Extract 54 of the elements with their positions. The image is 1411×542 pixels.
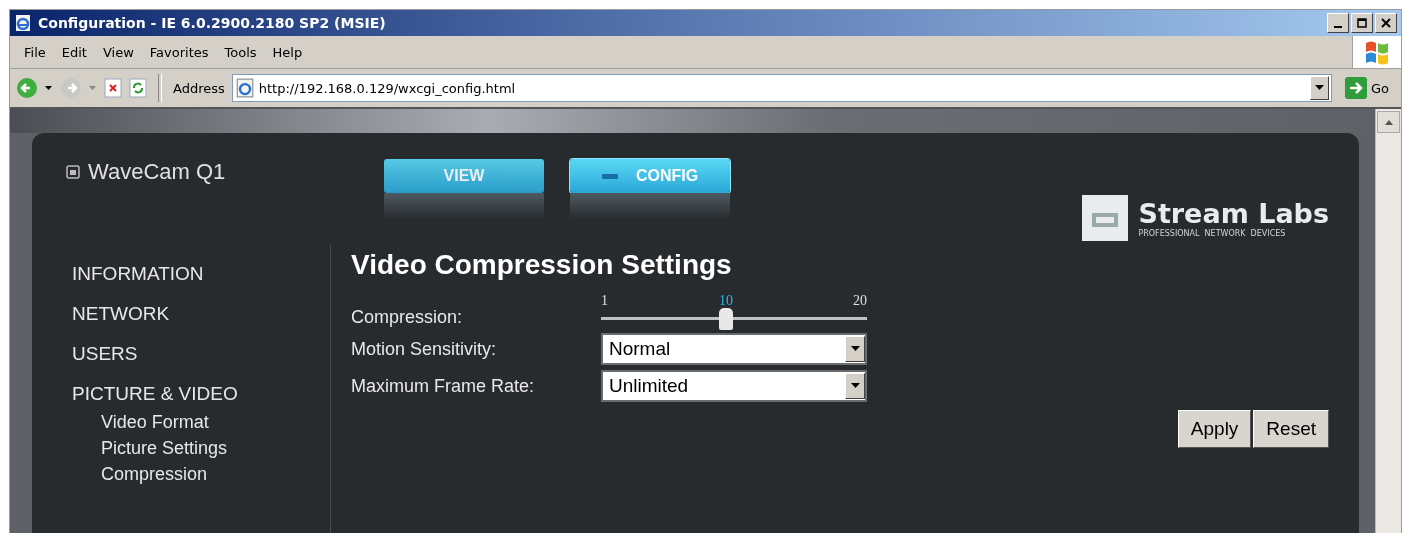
logo-tagline: PROFESSIONAL NETWORK DEVICES [1138, 228, 1287, 238]
window-title: Configuration - IE 6.0.2900.2180 SP2 (MSIE) [38, 15, 387, 31]
section-heading: Video Compression Settings [351, 249, 733, 281]
field-label: Compression: [351, 307, 464, 328]
up-arrow-icon [1384, 119, 1393, 125]
go-button[interactable]: Go [1338, 77, 1395, 99]
scroll-up-button[interactable] [1377, 111, 1400, 133]
sidebar-item[interactable]: NETWORK [72, 303, 170, 325]
close-button[interactable] [1375, 13, 1397, 33]
field-label: Motion Sensitivity: [351, 338, 498, 360]
menu-item[interactable]: Tools [218, 44, 267, 60]
minimize-icon [1334, 26, 1342, 28]
browser-icon [14, 14, 32, 32]
slider-thumb[interactable] [719, 308, 733, 330]
sidebar-item[interactable]: PICTURE & VIDEO [72, 383, 238, 405]
slider-max-label: 20 [853, 293, 867, 310]
close-icon [1381, 18, 1391, 28]
sidebar-subitem[interactable]: Video Format [72, 409, 209, 435]
refresh-icon[interactable] [129, 78, 147, 98]
dropdown-arrow-icon [850, 346, 860, 352]
menu-item[interactable]: File [18, 44, 56, 60]
slider-min-label: 1 [601, 293, 608, 310]
camera-icon [66, 165, 80, 179]
sidebar-subitem[interactable]: Compression [72, 461, 208, 487]
select-field[interactable]: Unlimited [601, 370, 867, 402]
menu-item[interactable]: Help [266, 44, 313, 60]
menu-item[interactable]: Favorites [143, 44, 219, 60]
minimize-button[interactable] [1327, 13, 1349, 33]
page-icon [234, 78, 255, 98]
maximize-button[interactable] [1351, 13, 1373, 33]
field-label: Maximum Frame Rate: [351, 375, 536, 397]
address-field[interactable]: http://192.168.0.129/wxcgi_config.html [231, 74, 1332, 102]
sidebar-item[interactable]: USERS [72, 343, 138, 365]
sidebar-item[interactable]: INFORMATION [72, 263, 204, 285]
menu-item[interactable]: Edit [55, 44, 97, 60]
menu-item[interactable]: View [96, 44, 144, 60]
dropdown-arrow-icon [1314, 85, 1324, 91]
form-button[interactable]: Reset [1253, 410, 1329, 448]
dropdown-arrow-icon[interactable] [45, 85, 53, 91]
back-icon[interactable] [16, 77, 38, 99]
sidebar-subitem[interactable]: Picture Settings [72, 435, 228, 461]
logo-name: Stream Labs [1138, 198, 1329, 229]
slider-value: 10 [719, 293, 733, 309]
select-field[interactable]: Normal [601, 333, 867, 365]
dropdown-arrow-icon [850, 383, 860, 389]
windows-flag-icon [1363, 39, 1391, 65]
scrollbar[interactable] [1375, 109, 1401, 533]
maximize-icon [1357, 18, 1367, 28]
logo-grid-icon [1082, 195, 1129, 241]
form-button[interactable]: Apply [1177, 410, 1252, 448]
address-label: Address [173, 80, 225, 96]
stop-icon[interactable] [104, 78, 122, 98]
dropdown-button[interactable] [1309, 76, 1329, 100]
device-name: WaveCam Q1 [88, 159, 226, 185]
